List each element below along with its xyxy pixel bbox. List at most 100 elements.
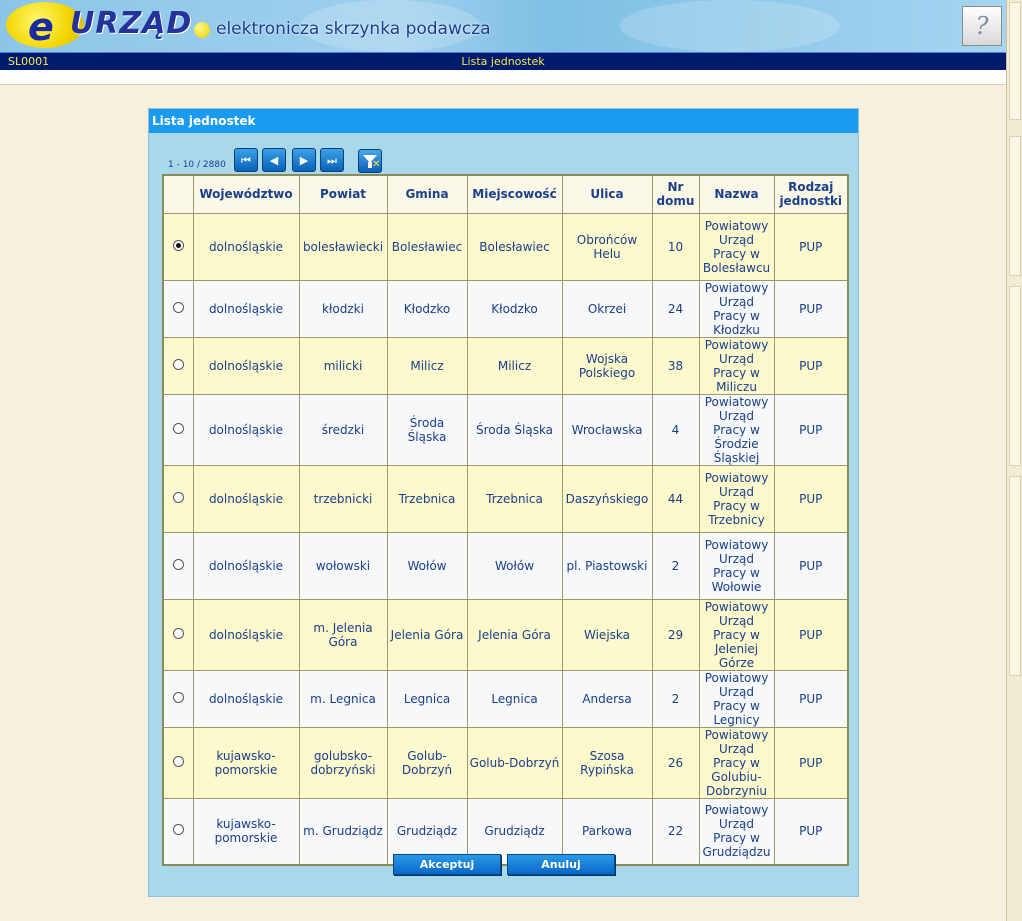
cell-rodzaj: PUP <box>773 669 849 728</box>
prev-page-button[interactable]: ◀ <box>262 148 286 172</box>
cell-powiat: m. Grudziądz <box>298 797 388 866</box>
cell-rodzaj: PUP <box>773 598 849 671</box>
cell-select <box>162 464 194 533</box>
table-row[interactable]: dolnośląskie bolesławiecki Bolesławiec Bole… <box>162 212 849 281</box>
cell-nr-domu: 44 <box>651 464 700 533</box>
row-select-radio[interactable] <box>172 358 184 370</box>
cell-rodzaj: PUP <box>773 393 849 466</box>
app-banner: e URZĄD elektronicza skrzynka podawcza ? <box>0 0 1006 52</box>
cell-ulica: Szosa Rypińska <box>561 726 653 799</box>
first-page-button[interactable]: ⏮ <box>234 148 258 172</box>
cell-ulica: Wrocławska <box>561 393 653 466</box>
cell-ulica: Okrzei <box>561 279 653 338</box>
scrollbar-track-segment[interactable] <box>1009 2 1021 120</box>
logo-text: URZĄD <box>70 6 193 41</box>
cell-nazwa: Powiatowy Urząd Pracy w Legnicy <box>698 669 775 728</box>
panel-title: Lista jednostek <box>149 109 858 133</box>
cell-nr-domu: 4 <box>651 393 700 466</box>
table-header-row: Województwo Powiat Gmina Miejscowość Uli… <box>162 174 849 214</box>
row-select-radio[interactable] <box>172 755 184 767</box>
row-select-radio[interactable] <box>172 558 184 570</box>
cell-ulica: pl. Piastowski <box>561 531 653 600</box>
row-select-radio[interactable] <box>172 691 184 703</box>
cell-rodzaj: PUP <box>773 531 849 600</box>
cell-miejscowosc: Kłodzko <box>466 279 563 338</box>
cell-miejscowosc: Trzebnica <box>466 464 563 533</box>
row-select-radio[interactable] <box>172 422 184 434</box>
row-select-radio[interactable] <box>172 627 184 639</box>
screen-title: Lista jednostek <box>461 55 545 68</box>
unit-table: Województwo Powiat Gmina Miejscowość Uli… <box>162 174 849 866</box>
cell-wojewodztwo: dolnośląskie <box>192 598 300 671</box>
cell-wojewodztwo: dolnośląskie <box>192 669 300 728</box>
col-header-miejscowosc[interactable]: Miejscowość <box>466 174 563 214</box>
scrollbar-track-segment[interactable] <box>1009 286 1021 466</box>
row-select-radio[interactable] <box>172 491 184 503</box>
accept-button[interactable]: Akceptuj <box>393 854 501 875</box>
status-bar: SL0001 Lista jednostek <box>0 52 1006 70</box>
cell-nr-domu: 26 <box>651 726 700 799</box>
help-icon: ? <box>975 12 989 40</box>
col-header-ulica[interactable]: Ulica <box>561 174 653 214</box>
cell-select <box>162 797 194 866</box>
col-header-wojewodztwo[interactable]: Województwo <box>192 174 300 214</box>
cell-ulica: Daszyńskiego <box>561 464 653 533</box>
clear-filter-button[interactable]: ✕ <box>358 149 382 173</box>
page-scrollbar[interactable] <box>1006 0 1022 921</box>
last-page-button[interactable]: ⏭ <box>320 148 344 172</box>
cell-nazwa: Powiatowy Urząd Pracy w Grudziądzu <box>698 797 775 866</box>
cell-miejscowosc: Wołów <box>466 531 563 600</box>
scrollbar-track-segment[interactable] <box>1009 476 1021 676</box>
cell-nazwa: Powiatowy Urząd Pracy w Jeleniej Górze <box>698 598 775 671</box>
cell-wojewodztwo: kujawsko-pomorskie <box>192 726 300 799</box>
row-select-radio[interactable] <box>172 239 184 251</box>
cell-miejscowosc: Milicz <box>466 336 563 395</box>
cell-wojewodztwo: dolnośląskie <box>192 531 300 600</box>
col-header-select <box>162 174 194 214</box>
table-row[interactable]: dolnośląskie milicki Milicz Milicz Wojska Po… <box>162 336 849 395</box>
cell-nazwa: Powiatowy Urząd Pracy w Bolesławcu <box>698 212 775 281</box>
cell-select <box>162 393 194 466</box>
table-row[interactable]: dolnośląskie kłodzki Kłodzko Kłodzko Okrzei 2… <box>162 279 849 338</box>
prev-page-icon: ◀ <box>269 153 279 167</box>
cell-select <box>162 336 194 395</box>
table-row[interactable]: dolnośląskie m. Jelenia Góra Jelenia Góra J… <box>162 598 849 671</box>
col-header-gmina[interactable]: Gmina <box>386 174 468 214</box>
cell-powiat: kłodzki <box>298 279 388 338</box>
cell-nazwa: Powiatowy Urząd Pracy w Środzie Śląskiej <box>698 393 775 466</box>
col-header-rodzaj[interactable]: Rodzaj jednostki <box>773 174 849 214</box>
help-button[interactable]: ? <box>962 6 1002 46</box>
cell-select <box>162 598 194 671</box>
scrollbar-thumb[interactable] <box>1009 136 1021 276</box>
table-row[interactable]: kujawsko-pomorskie m. Grudziądz Grudziądz G… <box>162 797 849 866</box>
col-header-powiat[interactable]: Powiat <box>298 174 388 214</box>
cell-powiat: średzki <box>298 393 388 466</box>
cell-powiat: wołowski <box>298 531 388 600</box>
cell-miejscowosc: Jelenia Góra <box>466 598 563 671</box>
cell-miejscowosc: Golub-Dobrzyń <box>466 726 563 799</box>
cell-wojewodztwo: dolnośląskie <box>192 279 300 338</box>
cell-gmina: Środa Śląska <box>386 393 468 466</box>
cell-select <box>162 669 194 728</box>
cell-nazwa: Powiatowy Urząd Pracy w Golubiu-Dobrzyni… <box>698 726 775 799</box>
row-select-radio[interactable] <box>172 824 184 836</box>
cancel-button[interactable]: Anuluj <box>507 854 615 875</box>
table-row[interactable]: dolnośląskie m. Legnica Legnica Legnica Ande… <box>162 669 849 728</box>
cell-ulica: Andersa <box>561 669 653 728</box>
cell-wojewodztwo: kujawsko-pomorskie <box>192 797 300 866</box>
cell-rodzaj: PUP <box>773 797 849 866</box>
cell-wojewodztwo: dolnośląskie <box>192 212 300 281</box>
table-row[interactable]: kujawsko-pomorskie golubsko-dobrzyński Gol… <box>162 726 849 799</box>
table-row[interactable]: dolnośląskie wołowski Wołów Wołów pl. Piasto… <box>162 531 849 600</box>
cell-powiat: m. Jelenia Góra <box>298 598 388 671</box>
table-row[interactable]: dolnośląskie trzebnicki Trzebnica Trzebnica… <box>162 464 849 533</box>
row-select-radio[interactable] <box>172 301 184 313</box>
cell-miejscowosc: Legnica <box>466 669 563 728</box>
logo-dot-icon <box>194 22 210 38</box>
col-header-nazwa[interactable]: Nazwa <box>698 174 775 214</box>
next-page-button[interactable]: ▶ <box>292 148 316 172</box>
col-header-nr-domu[interactable]: Nr domu <box>651 174 700 214</box>
cell-nazwa: Powiatowy Urząd Pracy w Trzebnicy <box>698 464 775 533</box>
banner-decoration <box>620 0 840 52</box>
table-row[interactable]: dolnośląskie średzki Środa Śląska Środa Ślą… <box>162 393 849 466</box>
